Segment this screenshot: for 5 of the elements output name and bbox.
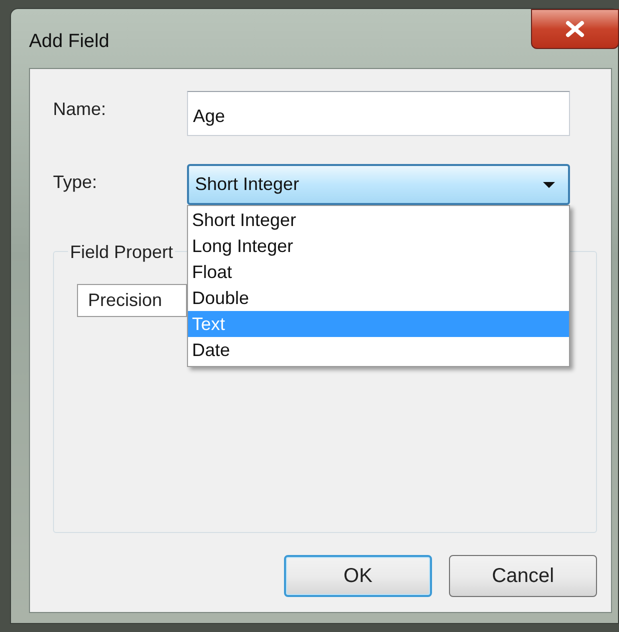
field-label: Type: xyxy=(53,171,98,193)
property-cell: Precision xyxy=(77,284,187,317)
field-label: Name: xyxy=(53,98,108,120)
window-title: Add Field xyxy=(29,31,110,53)
group-title: Field Propert xyxy=(68,242,176,263)
